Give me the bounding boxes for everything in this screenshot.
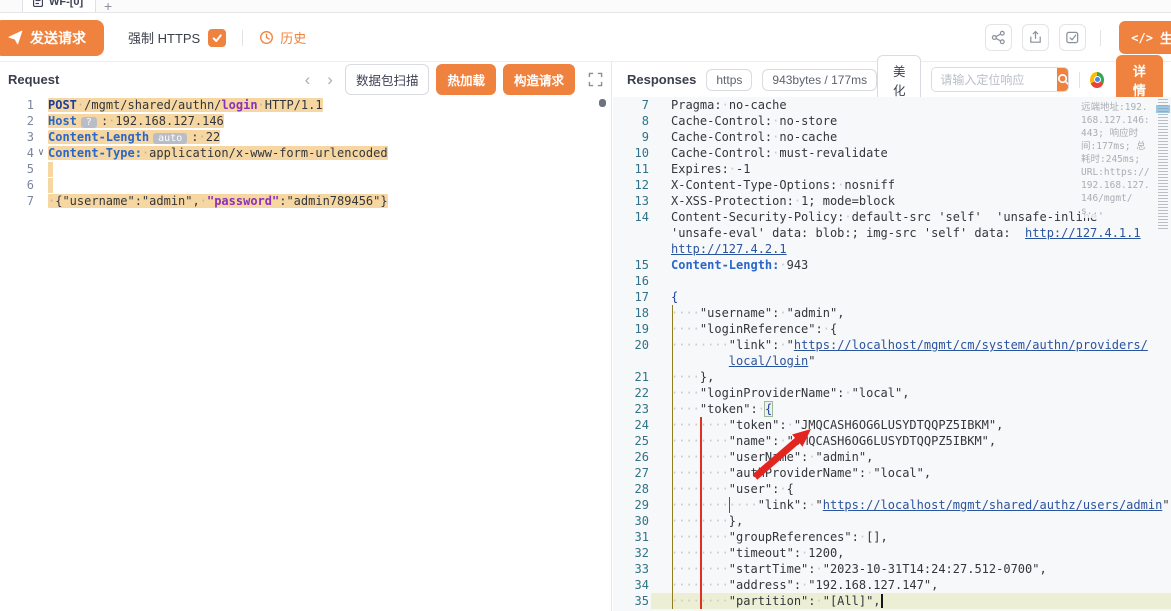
code-line: 19····"loginReference":·{ [613,321,1171,337]
code-line: 23····"token":·{ [613,401,1171,417]
history-label: 历史 [280,28,306,47]
divider [1100,30,1101,46]
code-line: 20········"link":·"https://localhost/mgm… [613,337,1171,353]
code-line: 33········"startTime":·"2023-10-31T14:24… [613,561,1171,577]
force-https-label: 强制 HTTPS [128,28,200,47]
document-icon [33,0,43,7]
code-line: local/login" [613,353,1171,369]
code-line: 26········"userName":·"admin", [613,449,1171,465]
code-line: 21····}, [613,369,1171,385]
tab-workflow[interactable]: WF-[0] [22,0,96,12]
code-line: 6 [0,177,611,193]
code-line: http://127.4.2.1 [613,241,1171,257]
divider [1079,72,1080,88]
tab-label: WF-[0] [49,0,83,8]
responses-panel: Responses https 943bytes / 177ms 美化 详情 7… [613,62,1171,611]
new-tab-button[interactable]: + [104,0,112,13]
code-line: 4∨Content-Type:·application/x-www-form-u… [0,145,611,161]
protocol-badge: https [706,69,752,91]
edit-icon [1065,30,1080,45]
search-input[interactable] [932,68,1057,91]
collapse-chevron-icon[interactable]: ∨ [34,145,48,161]
generate-code-button[interactable]: </> 生 [1119,21,1171,54]
code-line: 25········"name":·"JMQCASH6OG6LUSYDTQQPZ… [613,433,1171,449]
check-icon [211,32,223,44]
gutter-spacer [34,129,48,145]
gutter-spacer [34,193,48,209]
history-button[interactable]: 历史 [259,28,306,47]
code-line: 17{ [613,289,1171,305]
code-line: 2Host?:·192.168.127.146 [0,113,611,129]
packet-scan-button[interactable]: 数据包扫描 [345,64,430,95]
code-line: 5 [0,161,611,177]
minimap-viewport[interactable] [1156,105,1170,113]
response-editor[interactable]: 7Pragma:·no-cache8Cache-Control:·no-stor… [613,97,1171,611]
next-button[interactable]: › [322,71,338,88]
code-icon: </> [1131,31,1153,45]
gutter-spacer [34,177,48,193]
gutter-spacer [34,113,48,129]
code-line: 22····"loginProviderName":·"local", [613,385,1171,401]
code-line: 1POST·/mgmt/shared/authn/login·HTTP/1.1 [0,97,611,113]
divider [242,30,243,46]
code-line: 15Content-Length:·943 [613,257,1171,273]
share-icon [991,30,1006,45]
generate-code-label: 生 [1160,28,1171,47]
request-panel: Request ‹ › 数据包扫描 热加载 构造请求 1POST·/mgmt/s… [0,62,612,611]
code-line: 'unsafe-eval' data: blob:; img-src 'self… [613,225,1171,241]
force-https-checkbox[interactable] [208,29,226,47]
code-line: 32········"timeout":·1200, [613,545,1171,561]
code-line: 31········"groupReferences":·[], [613,529,1171,545]
prev-button[interactable]: ‹ [300,71,316,88]
export-button[interactable] [1022,24,1049,51]
gutter-spacer [34,161,48,177]
request-info-overlay: 远端地址:192.168.127.146:443; 响应时间:177ms; 总耗… [1081,101,1151,218]
code-line: 34········"address":·"192.168.127.147", [613,577,1171,593]
construct-request-button[interactable]: 构造请求 [503,64,575,95]
search-icon [1057,73,1068,86]
code-line: 35········"partition":·"[All]", [613,593,1171,609]
request-editor[interactable]: 1POST·/mgmt/shared/authn/login·HTTP/1.12… [0,97,611,611]
code-line: 29············"link":·"https://localhost… [613,497,1171,513]
code-line: 3Content-Lengthauto:·22 [0,129,611,145]
paper-plane-icon [8,30,23,45]
minimap[interactable] [1156,99,1170,235]
code-line: 28········"user":·{ [613,481,1171,497]
edit-button[interactable] [1059,24,1086,51]
code-line: 30········}, [613,513,1171,529]
size-badge: 943bytes / 177ms [762,69,877,91]
tab-bar: WF-[0] + [0,0,1171,13]
expand-icon[interactable] [588,72,603,87]
minimap-lines [1158,99,1168,231]
main-toolbar: 发送请求 强制 HTTPS 历史 </> 生 [0,14,1171,62]
hot-reload-button[interactable]: 热加载 [436,64,496,95]
gutter-spacer [34,97,48,113]
code-line: 27········"authProviderName":·"local", [613,465,1171,481]
clock-icon [259,30,274,45]
share-button[interactable] [985,24,1012,51]
code-line: 16 [613,273,1171,289]
send-request-label: 发送请求 [30,28,86,48]
code-line: 7·{"username":"admin",·"password":"admin… [0,193,611,209]
send-request-button[interactable]: 发送请求 [0,20,104,56]
search-button[interactable] [1057,68,1068,91]
code-line: 18····"username":·"admin", [613,305,1171,321]
request-panel-title: Request [8,72,59,87]
responses-panel-title: Responses [627,72,696,87]
chrome-icon[interactable] [1090,72,1104,88]
scrollbar-thumb[interactable] [599,99,606,107]
code-line: 24········"token":·"JMQCASH6OG6LUSYDTQQP… [613,417,1171,433]
export-icon [1028,30,1043,45]
search-box [931,67,1068,92]
